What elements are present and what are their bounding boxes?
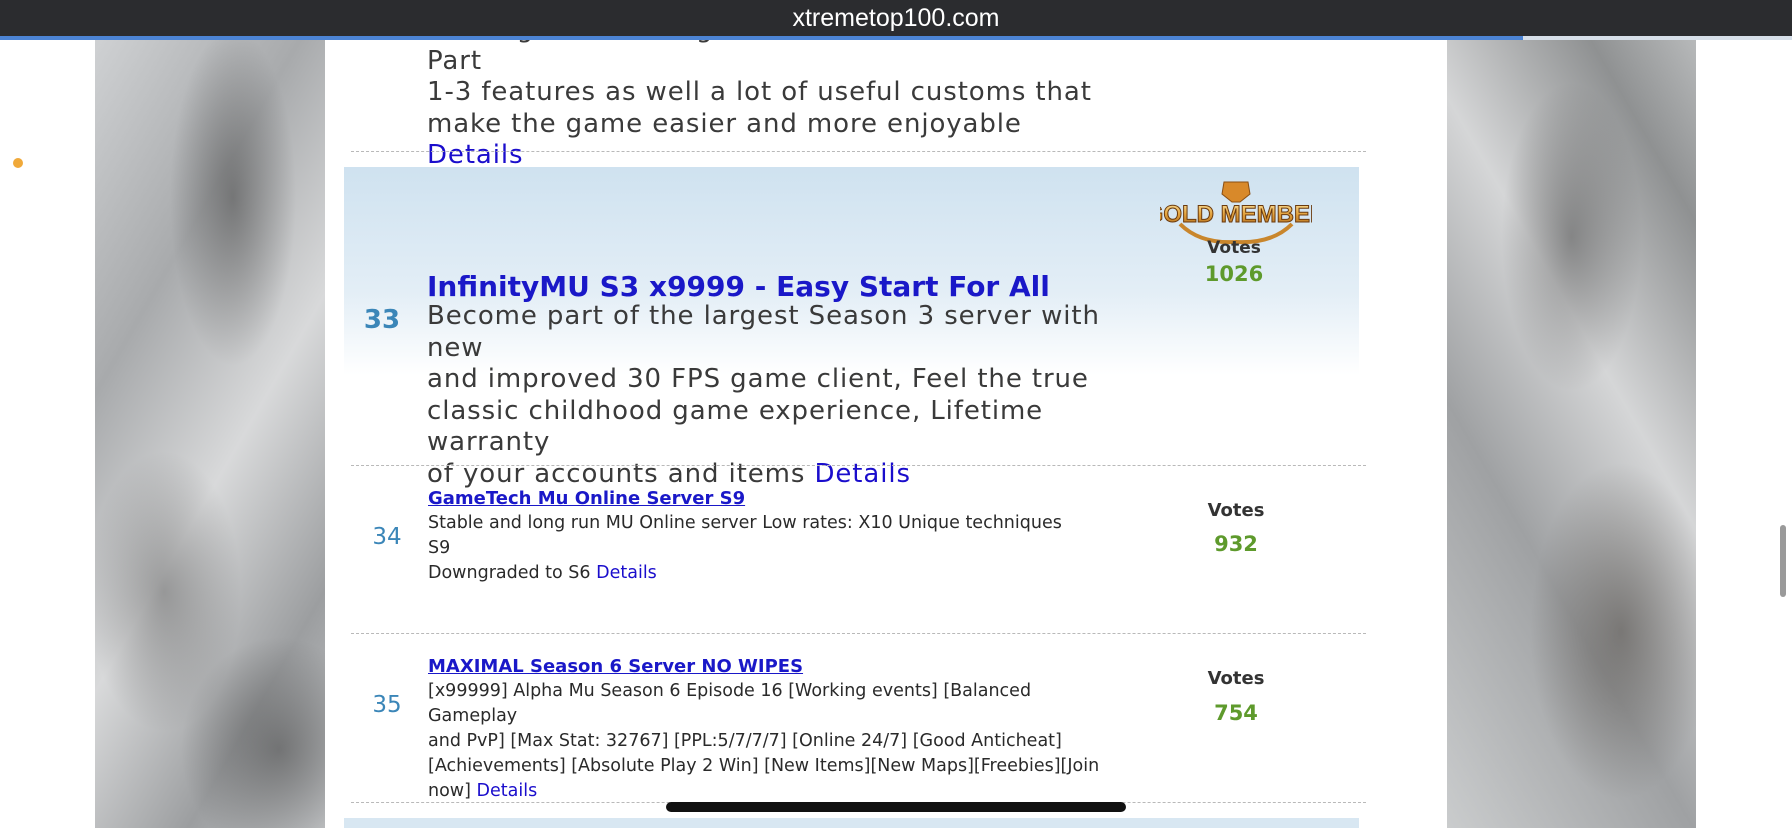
rank-number: 34 [372, 524, 402, 550]
list-item-description: Become part of the largest Season 3 serv… [427, 301, 1100, 489]
divider [351, 151, 1366, 152]
background-image-right [1447, 40, 1696, 828]
server-title-link[interactable]: GameTech Mu Online Server S9 [428, 488, 745, 509]
gold-member-badge-icon: GOLD MEMBER [1160, 181, 1312, 245]
server-title-link[interactable]: InfinityMU S3 x9999 - Easy Start For All [427, 270, 1050, 303]
list-item-description: [x99999] Alpha Mu Season 6 Episode 16 [W… [428, 681, 1100, 801]
votes-label: Votes [1207, 668, 1265, 689]
details-link[interactable]: Details [427, 140, 523, 170]
votes-label: Votes [1207, 500, 1265, 521]
divider [351, 465, 1366, 466]
server-title-link[interactable]: MAXIMAL Season 6 Server NO WIPES [428, 656, 803, 677]
votes-count: 932 [1214, 532, 1258, 556]
details-link[interactable]: Details [477, 781, 538, 801]
votes-count: 1026 [1204, 262, 1264, 286]
home-indicator[interactable] [666, 802, 1126, 812]
background-image-left [95, 40, 325, 828]
notification-dot [13, 158, 23, 168]
list-item-description: Stable and long run MU Online server Low… [428, 513, 1062, 583]
votes-label: Votes [1207, 238, 1261, 258]
address-bar[interactable]: xtremetop100.com [0, 0, 1792, 36]
scrollbar-thumb[interactable] [1780, 525, 1786, 597]
rank-number: 35 [372, 692, 402, 718]
list-item-gold [344, 818, 1359, 828]
url-text: xtremetop100.com [792, 4, 1000, 32]
page-load-progress [0, 36, 1792, 40]
votes-count: 754 [1214, 701, 1258, 725]
page-load-progress-fill [0, 36, 1524, 40]
divider [351, 633, 1366, 634]
badge-label: GOLD MEMBER [1160, 201, 1312, 228]
details-link[interactable]: Details [596, 563, 657, 583]
rank-number: 33 [363, 305, 401, 335]
details-link[interactable]: Details [814, 459, 910, 489]
